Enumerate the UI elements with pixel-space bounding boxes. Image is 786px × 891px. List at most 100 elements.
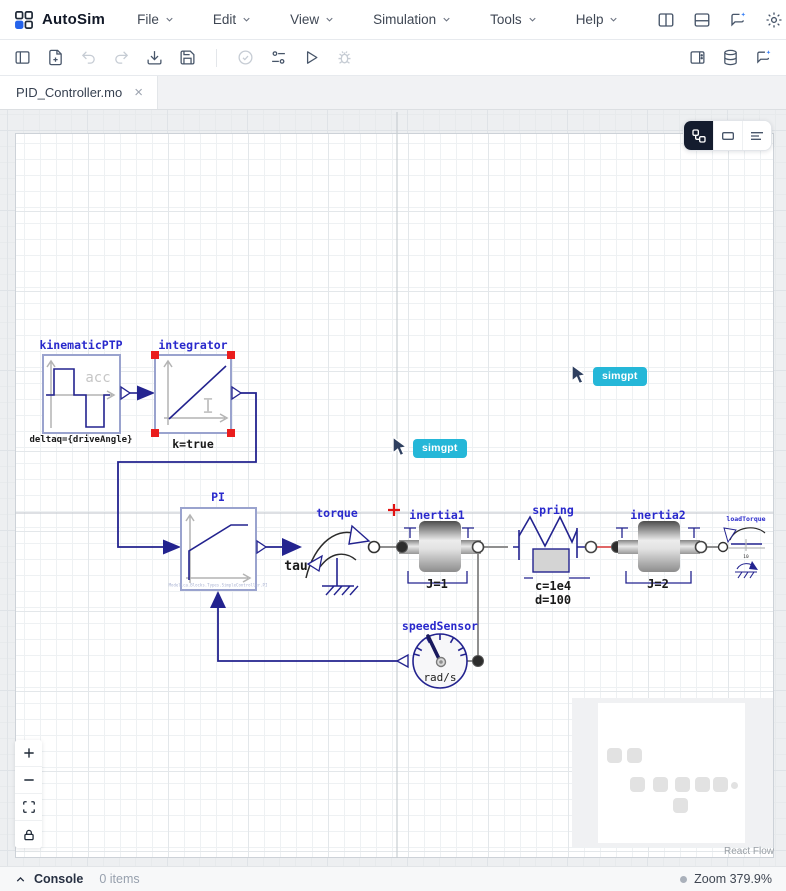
chat-spark-icon <box>731 11 746 27</box>
text-view-button[interactable] <box>742 121 771 150</box>
download-button[interactable] <box>146 49 163 66</box>
icon-view-button[interactable] <box>713 121 742 150</box>
menu-help-label: Help <box>575 12 604 27</box>
node-param: J=1 <box>426 577 448 591</box>
flange-port[interactable] <box>717 541 729 553</box>
app-logo: AutoSim <box>14 10 105 30</box>
maximize-icon <box>22 801 35 813</box>
ai-assistant-button[interactable] <box>755 49 772 66</box>
node-unit: rad/s <box>423 671 456 684</box>
flange-a-port[interactable] <box>584 540 598 554</box>
undo-button[interactable] <box>80 49 97 66</box>
debug-button[interactable] <box>336 49 353 66</box>
connection-kinematicptp-integrator[interactable] <box>129 385 155 401</box>
panel-left-toggle-button[interactable] <box>657 11 675 29</box>
flange-b-port[interactable] <box>471 540 485 554</box>
node-label: inertia1 <box>409 508 464 522</box>
output-port[interactable] <box>231 385 243 401</box>
flange-port[interactable] <box>472 655 484 667</box>
download-icon <box>147 51 162 65</box>
node-label: PI <box>211 490 225 504</box>
flange-port[interactable] <box>367 540 381 554</box>
library-browser-button[interactable] <box>722 49 739 66</box>
panel-rows-icon <box>695 12 710 27</box>
new-file-button[interactable] <box>47 49 64 66</box>
node-icon-text: I <box>202 394 214 418</box>
simulation-setup-button[interactable] <box>270 49 287 66</box>
menu-edit[interactable]: Edit <box>213 12 252 27</box>
flange-a-port[interactable] <box>396 541 408 553</box>
console-label: Console <box>34 872 84 886</box>
redo-icon <box>115 51 129 64</box>
minimap-node <box>607 748 622 763</box>
redo-button[interactable] <box>113 49 130 66</box>
node-label: torque <box>316 506 358 520</box>
menu-view[interactable]: View <box>290 12 335 27</box>
chevron-down-icon <box>529 17 536 22</box>
panel-bottom-toggle-button[interactable] <box>693 11 711 29</box>
ai-chat-button[interactable] <box>729 11 747 29</box>
tab-close-icon[interactable]: × <box>134 85 143 100</box>
diagram-view-button[interactable] <box>684 121 713 150</box>
output-port[interactable] <box>120 385 132 401</box>
menu-file-label: File <box>137 12 159 27</box>
run-simulation-button[interactable] <box>303 49 320 66</box>
node-icon-text: acc <box>85 370 110 386</box>
node-loadtorque[interactable]: loadTorque 10 <box>717 515 766 579</box>
menu-help[interactable]: Help <box>576 12 620 27</box>
minimap[interactable] <box>572 698 773 847</box>
undo-icon <box>81 51 95 64</box>
file-plus-icon <box>49 49 62 66</box>
node-pi[interactable]: PI Modelica.Blocks.Types.SimpleControlle… <box>169 490 268 591</box>
rectangle-icon <box>722 131 734 140</box>
connection-pi-torque[interactable] <box>266 538 302 556</box>
text-lines-icon <box>751 131 763 140</box>
database-icon <box>724 49 737 66</box>
toggle-sidebar-button[interactable] <box>14 49 31 66</box>
check-model-button[interactable] <box>237 49 254 66</box>
tab-label: PID_Controller.mo <box>16 85 123 100</box>
zoom-in-button[interactable] <box>15 740 42 767</box>
layout-panels-button[interactable] <box>689 49 706 66</box>
chat-spark-icon <box>757 50 771 64</box>
zoom-out-button[interactable] <box>15 767 42 794</box>
menu-file[interactable]: File <box>137 12 175 27</box>
node-speedsensor[interactable]: speedSensor rad/s <box>395 619 484 689</box>
diagram-canvas[interactable]: kinematicPTP acc deltaq={driveAngle} int… <box>0 110 786 866</box>
menu-simulation[interactable]: Simulation <box>373 12 452 27</box>
check-circle-icon <box>238 50 253 65</box>
console-toggle[interactable]: Console <box>14 872 83 886</box>
minimap-node <box>731 782 738 789</box>
minimap-node <box>695 777 710 792</box>
zoom-level-text: Zoom 379.9% <box>694 872 772 886</box>
menu-tools[interactable]: Tools <box>490 12 538 27</box>
connection-speedsensor-pi[interactable] <box>210 591 398 662</box>
output-port[interactable] <box>395 653 409 669</box>
sliders-icon <box>272 51 285 64</box>
node-inertia2[interactable]: inertia2 J=2 <box>616 508 708 591</box>
fit-view-button[interactable] <box>15 794 42 821</box>
node-param-d: d=100 <box>535 593 571 607</box>
tab-pid-controller[interactable]: PID_Controller.mo × <box>0 76 158 109</box>
node-integrator[interactable]: integrator I k=true <box>151 338 243 451</box>
save-button[interactable] <box>179 49 196 66</box>
settings-button[interactable] <box>765 11 783 29</box>
collab-cursor-icon <box>571 364 588 385</box>
collab-cursor-badge: simgpt <box>593 367 647 386</box>
minimap-viewport[interactable] <box>598 703 745 843</box>
node-spring[interactable]: spring c=1e4 d=100 <box>513 503 623 607</box>
collab-cursor-icon <box>392 436 409 457</box>
node-torque[interactable]: torque tau <box>284 506 381 596</box>
flange-b-port[interactable] <box>694 540 708 554</box>
minimap-node <box>675 777 690 792</box>
chevron-down-icon <box>326 17 333 22</box>
output-port[interactable] <box>256 539 268 555</box>
reactflow-attribution[interactable]: React Flow <box>724 846 774 857</box>
node-label: spring <box>532 503 574 517</box>
lock-button[interactable] <box>15 821 42 848</box>
node-value: 10 <box>743 554 749 560</box>
tau-label: tau <box>284 559 307 574</box>
node-inertia1[interactable]: inertia1 J=1 <box>396 508 485 591</box>
chevron-down-icon <box>243 17 250 22</box>
node-kinematicptp[interactable]: kinematicPTP acc deltaq={driveAngle} <box>30 338 133 445</box>
